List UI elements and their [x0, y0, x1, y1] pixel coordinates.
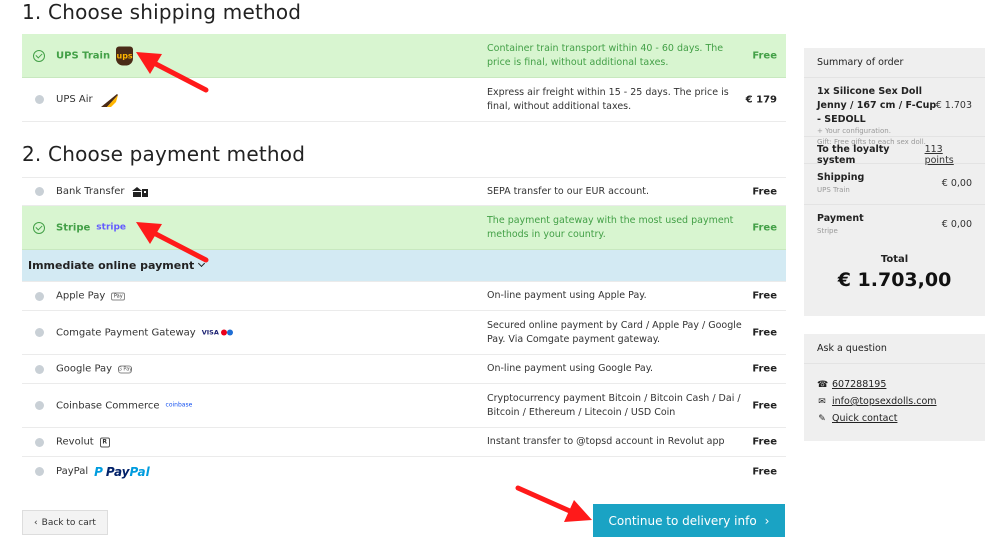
shipping-option-label: UPS Air	[56, 94, 93, 105]
payment-option-price: Free	[752, 466, 777, 477]
radio-icon	[35, 401, 44, 410]
mastercard-icon	[220, 329, 227, 336]
payment-option-price: Free	[752, 186, 777, 197]
radio-icon	[35, 291, 44, 301]
payment-option-desc: Instant transfer to @topsd account in Re…	[487, 435, 725, 447]
radio-icon	[35, 364, 44, 374]
envelope-icon: ✉	[818, 396, 826, 407]
loyalty-row: To the loyalty system 113 points	[804, 137, 985, 166]
summary-item-price: € 1.703	[935, 100, 972, 111]
payment-option-desc: Cryptocurrency payment Bitcoin / Bitcoin…	[487, 392, 741, 418]
shipping-option-desc: Express air freight within 15 - 25 days.…	[487, 86, 729, 112]
payment-option-label: Comgate Payment Gateway	[56, 327, 196, 338]
phone-icon: ☎	[817, 379, 829, 390]
google-pay-icon: G Pay	[117, 365, 133, 373]
payment-option-google-pay[interactable]: Google Pay G Pay On-line payment using G…	[22, 355, 786, 384]
email-row: ✉ info@topsexdolls.com	[804, 393, 985, 410]
apple-pay-icon: Pay	[111, 292, 126, 300]
payment-option-coinbase[interactable]: Coinbase Commerce coinbase Cryptocurrenc…	[22, 384, 786, 428]
contact-row: ✎ Quick contact	[804, 410, 985, 427]
revolut-logo-icon: R	[99, 437, 110, 447]
shipping-option-desc: Container train transport within 40 - 60…	[487, 42, 724, 68]
email-link[interactable]: info@topsexdolls.com	[832, 396, 937, 407]
payment-option-label: PayPal	[56, 466, 89, 477]
radio-icon	[35, 437, 44, 447]
ask-question-box: Ask a question ☎ 607288195 ✉ info@topsex…	[804, 334, 985, 441]
continue-label: Continue to delivery info	[608, 513, 757, 528]
shipping-summary-price: € 0,00	[941, 178, 972, 189]
paypal-p-icon: P	[94, 464, 103, 479]
shipping-summary-label: Shipping	[817, 172, 865, 183]
payment-option-price: Free	[752, 436, 777, 448]
annotation-arrow-icon	[136, 52, 209, 93]
total-label: Total	[880, 254, 909, 265]
payment-option-desc: On-line payment using Google Pay.	[487, 362, 654, 374]
continue-to-delivery-button[interactable]: Continue to delivery info ›	[593, 504, 785, 537]
maestro-icon	[226, 329, 233, 336]
chevron-right-icon: ›	[764, 513, 770, 528]
stripe-logo-icon: stripe	[96, 222, 127, 233]
visa-icon: VISA	[201, 328, 219, 337]
bank-icon	[131, 186, 148, 197]
payment-option-price: Free	[752, 222, 777, 233]
loyalty-label: To the loyalty system	[817, 144, 890, 166]
back-to-cart-button[interactable]: ‹ Back to cart	[22, 510, 108, 535]
phone-link[interactable]: 607288195	[832, 379, 886, 390]
airplane-icon	[100, 93, 118, 107]
back-to-cart-label: Back to cart	[41, 517, 96, 528]
payment-summary-label: Payment	[817, 213, 864, 224]
selected-check-icon	[33, 49, 45, 62]
order-summary: Summary of order 1x Silicone Sex Doll Je…	[804, 48, 985, 316]
payment-option-label: Apple Pay	[56, 290, 106, 302]
edit-icon: ✎	[818, 413, 826, 424]
payment-option-label: Stripe	[56, 222, 91, 233]
payment-option-label: Revolut	[56, 436, 94, 448]
shipping-heading: 1. Choose shipping method	[22, 0, 302, 24]
payment-option-label: Bank Transfer	[56, 186, 125, 197]
coinbase-logo-icon: coinbase	[165, 401, 193, 409]
payment-summary-price: € 0,00	[941, 219, 972, 230]
radio-icon	[35, 328, 44, 337]
payment-option-price: Free	[752, 327, 777, 338]
phone-row: ☎ 607288195	[804, 376, 985, 393]
payment-option-bank-transfer[interactable]: Bank Transfer SEPA transfer to our EUR a…	[22, 177, 786, 206]
annotation-arrow-icon	[136, 222, 209, 263]
payment-option-desc: The payment gateway with the most used p…	[487, 214, 734, 240]
payment-option-desc: Secured online payment by Card / Apple P…	[487, 319, 742, 345]
payment-option-revolut[interactable]: Revolut R Instant transfer to @topsd acc…	[22, 428, 786, 457]
payment-option-desc: On-line payment using Apple Pay.	[487, 289, 647, 301]
radio-icon	[35, 95, 44, 104]
payment-option-apple-pay[interactable]: Apple Pay Pay On-line payment using Appl…	[22, 282, 786, 311]
ups-logo-icon: ups	[116, 46, 134, 65]
payment-heading: 2. Choose payment method	[22, 142, 306, 166]
annotation-arrow-icon	[515, 485, 592, 522]
shipping-option-price: € 179	[745, 94, 777, 105]
quick-contact-link[interactable]: Quick contact	[832, 413, 897, 424]
payment-option-price: Free	[752, 363, 777, 375]
summary-item-title: 1x Silicone Sex Doll Jenny / 167 cm / F-…	[817, 86, 937, 125]
payment-option-label: Google Pay	[56, 363, 113, 375]
payment-option-price: Free	[752, 400, 777, 411]
summary-item-config: + Your configuration.	[817, 127, 891, 136]
payment-summary-row: Payment Stripe € 0,00	[804, 205, 985, 246]
ask-heading: Ask a question	[804, 334, 985, 364]
radio-icon	[35, 467, 44, 476]
total-value: € 1.703,00	[837, 269, 952, 291]
shipping-option-price: Free	[752, 50, 777, 61]
paypal-logo-icon: P Pay Pal	[94, 464, 150, 479]
shipping-summary-row: Shipping UPS Train € 0,00	[804, 164, 985, 205]
summary-heading: Summary of order	[804, 48, 985, 78]
chevron-left-icon: ‹	[34, 517, 38, 528]
payment-option-label: Coinbase Commerce	[56, 400, 160, 411]
payment-option-paypal[interactable]: PayPal P Pay Pal Free	[22, 457, 786, 486]
loyalty-points-link[interactable]: 113 points	[925, 144, 972, 166]
payment-option-desc: SEPA transfer to our EUR account.	[487, 185, 649, 197]
shipping-option-label: UPS Train	[56, 50, 111, 61]
payment-option-comgate[interactable]: Comgate Payment Gateway VISA Secured onl…	[22, 311, 786, 355]
radio-icon	[35, 187, 44, 196]
selected-check-icon	[33, 221, 45, 234]
card-logos-icon: VISA	[202, 329, 233, 337]
payment-option-price: Free	[752, 290, 777, 302]
summary-item: 1x Silicone Sex Doll Jenny / 167 cm / F-…	[804, 78, 985, 146]
